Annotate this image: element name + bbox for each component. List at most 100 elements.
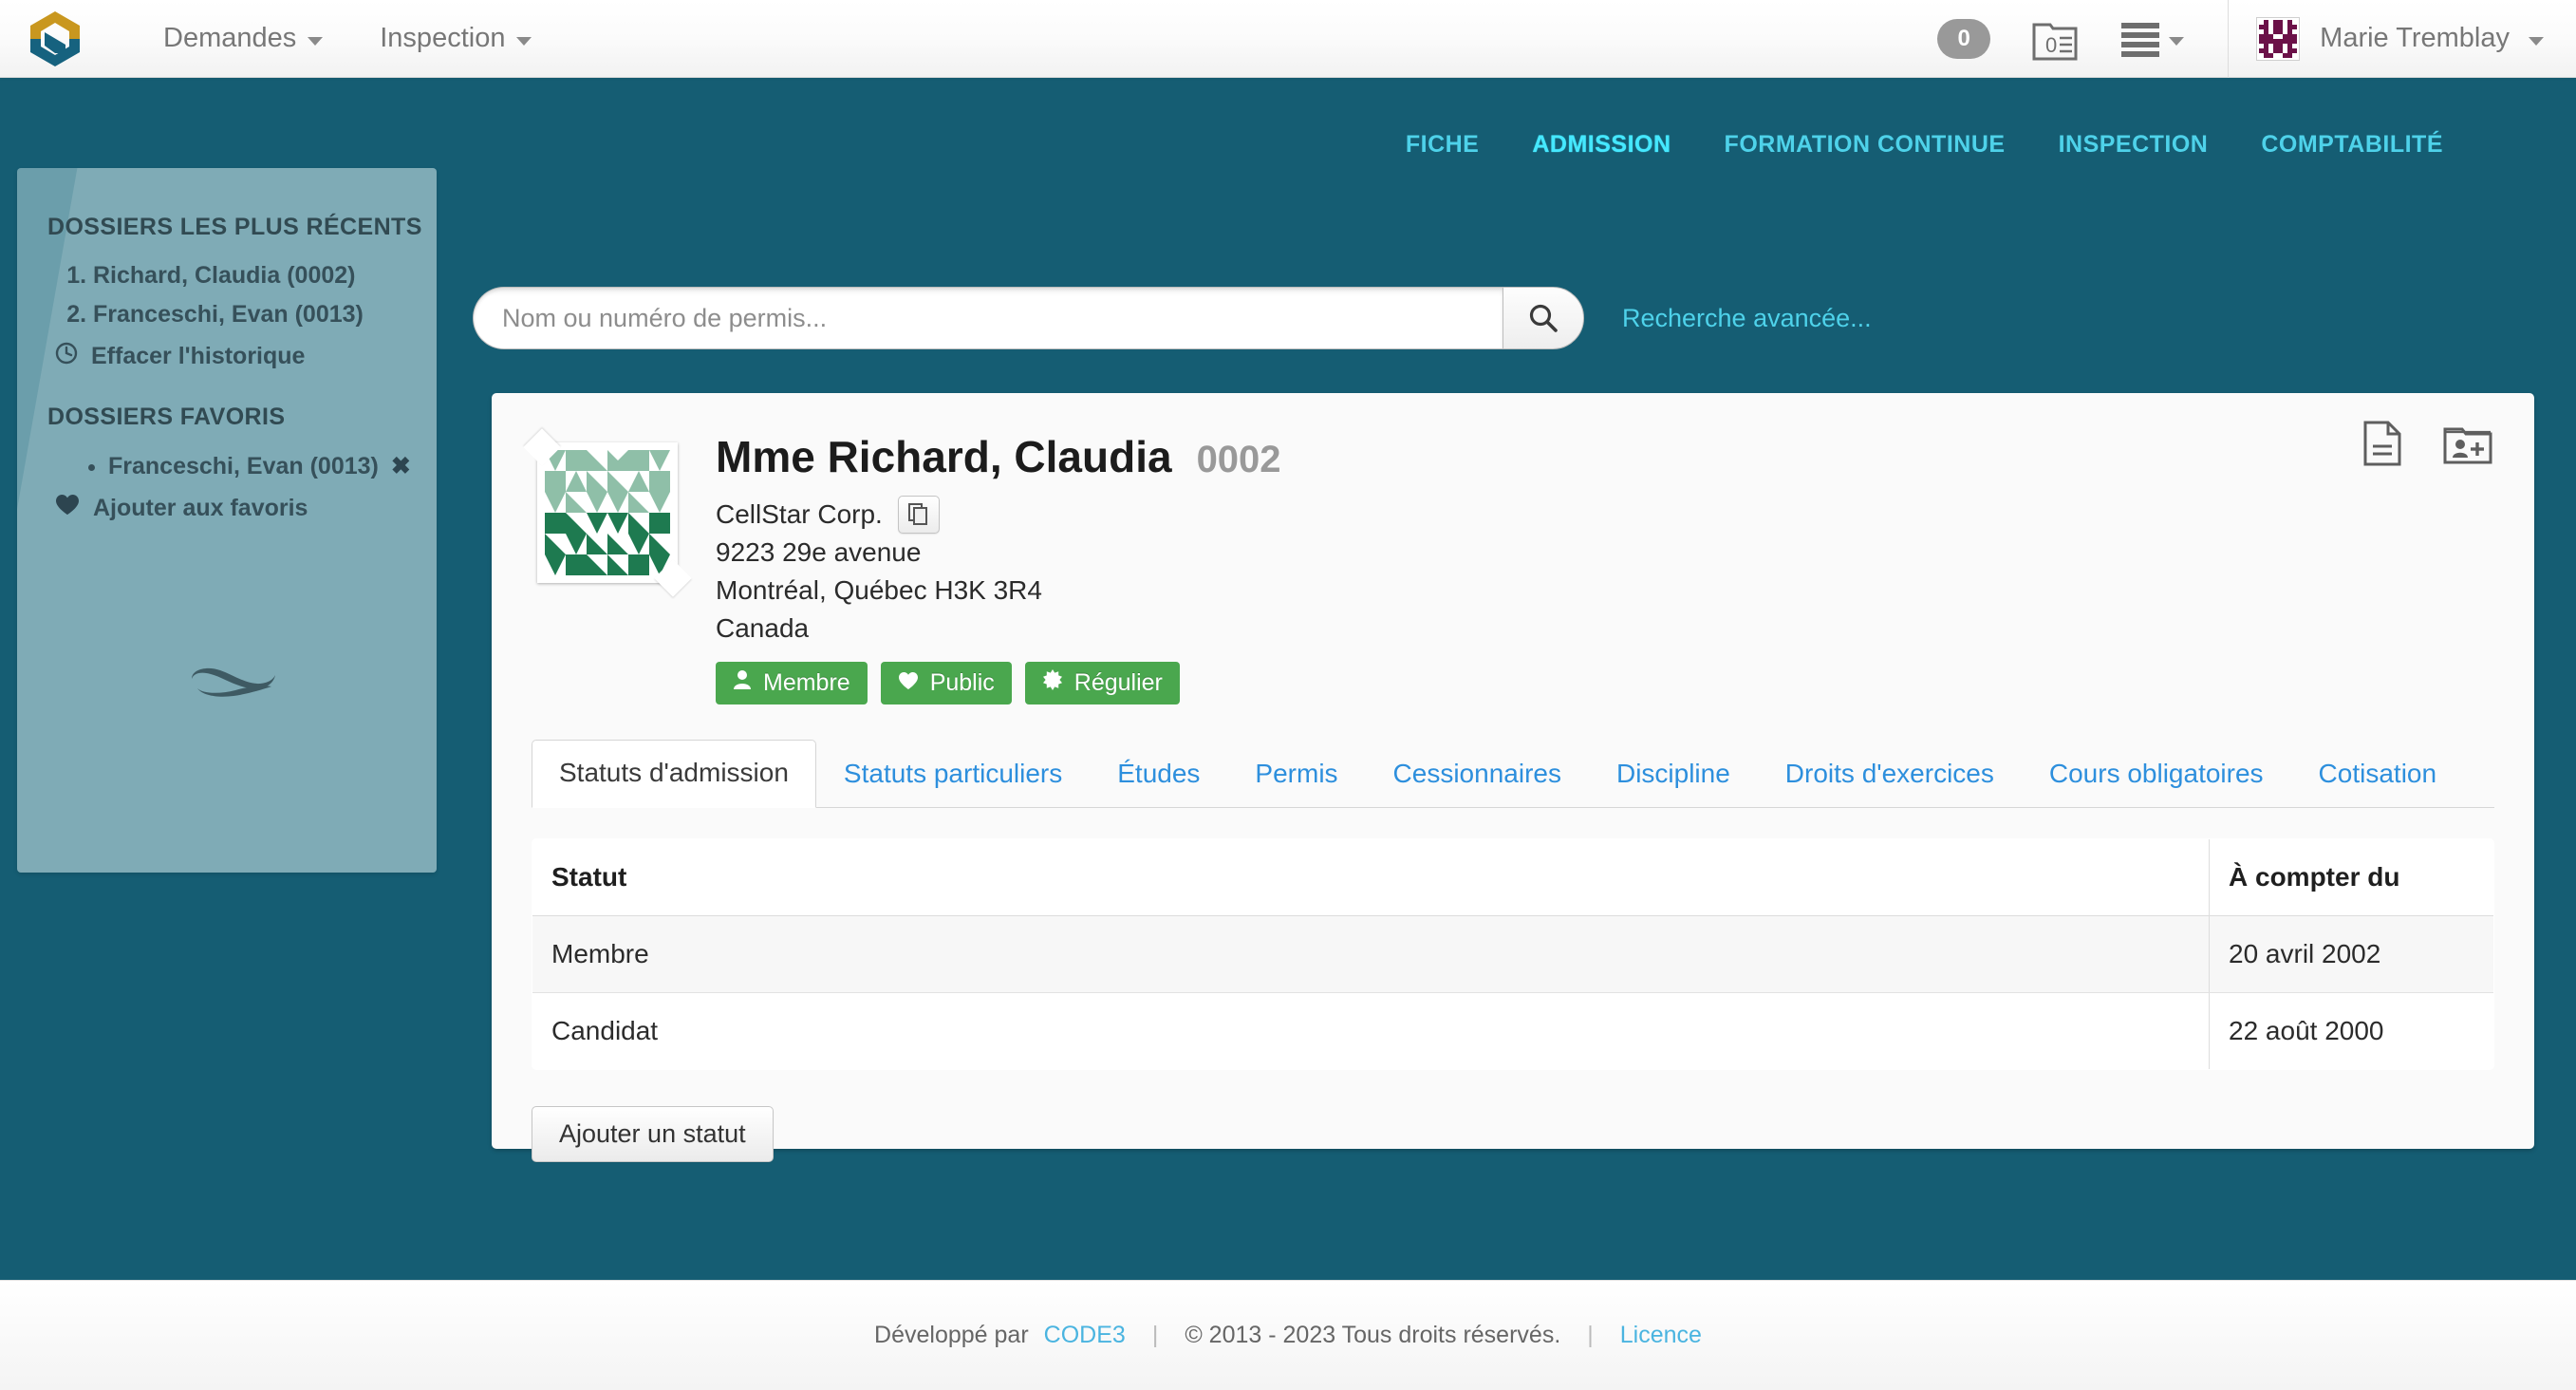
tab-cours-obligatoires[interactable]: Cours obligatoires — [2022, 741, 2291, 808]
person-address-1: 9223 29e avenue — [716, 537, 922, 567]
decorative-swoosh-icon — [188, 662, 279, 704]
navbar-divider — [2228, 0, 2230, 78]
sidebar: DOSSIERS LES PLUS RÉCENTS Richard, Claud… — [17, 168, 437, 873]
notification-count-badge[interactable]: 0 — [1937, 18, 1991, 59]
clock-icon — [55, 342, 78, 371]
app-logo[interactable] — [0, 9, 91, 68]
tab-inspection[interactable]: INSPECTION — [2032, 131, 2235, 159]
footer-licence-link[interactable]: Licence — [1620, 1322, 1702, 1349]
tab-formation-continue[interactable]: FORMATION CONTINUE — [1698, 131, 2032, 159]
status-badge-membre-label: Membre — [763, 669, 850, 697]
tab-cotisation[interactable]: Cotisation — [2291, 741, 2465, 808]
copy-button[interactable] — [897, 496, 940, 534]
person-details: Mme Richard, Claudia 0002 CellStar Corp.… — [716, 431, 1281, 705]
footer-dev-by: Développé par — [874, 1322, 1029, 1348]
status-badge-public-label: Public — [929, 669, 995, 697]
search-button[interactable] — [1503, 287, 1584, 349]
cell-statut: Candidat — [532, 992, 2210, 1070]
search-input[interactable] — [473, 287, 1503, 349]
advanced-search-link[interactable]: Recherche avancée... — [1622, 304, 1872, 333]
person-company: CellStar Corp. — [716, 499, 883, 530]
clear-history-label: Effacer l'historique — [91, 343, 306, 369]
footer: Développé par CODE3 | © 2013 - 2023 Tous… — [0, 1280, 2576, 1390]
heart-icon — [898, 669, 919, 697]
cell-statut: Membre — [532, 915, 2210, 994]
nav-item-demandes-label: Demandes — [163, 23, 297, 53]
add-favorite-button[interactable]: Ajouter aux favoris — [55, 494, 437, 523]
heart-icon — [55, 494, 80, 523]
chevron-down-icon — [516, 37, 532, 46]
close-icon[interactable]: ✖ — [391, 453, 411, 479]
person-address-2: Montréal, Québec H3K 3R4 — [716, 574, 1042, 605]
copy-icon — [907, 503, 927, 525]
add-favorite-label: Ajouter aux favoris — [93, 495, 308, 521]
burst-icon — [1042, 669, 1063, 697]
user-menu[interactable]: Marie Tremblay — [2257, 17, 2576, 60]
tab-statuts-admission[interactable]: Statuts d'admission — [532, 740, 816, 809]
avatar — [2257, 17, 2300, 60]
table-head: Statut À compter du — [532, 839, 2493, 917]
add-status-button[interactable]: Ajouter un statut — [532, 1106, 774, 1163]
tab-discipline[interactable]: Discipline — [1589, 741, 1758, 808]
clear-history-button[interactable]: Effacer l'historique — [55, 342, 437, 371]
sidebar-content: DOSSIERS LES PLUS RÉCENTS Richard, Claud… — [17, 168, 437, 697]
tab-fiche[interactable]: FICHE — [1379, 131, 1506, 159]
footer-divider: | — [1151, 1322, 1159, 1348]
card-actions — [2361, 420, 2494, 472]
person-identicon — [537, 442, 678, 583]
cell-date: 22 août 2000 — [2209, 992, 2493, 1070]
status-badge-public[interactable]: Public — [880, 662, 1012, 705]
chevron-down-icon — [2169, 37, 2185, 46]
card-tabs: Statuts d'admission Statuts particuliers… — [532, 739, 2494, 809]
status-badge-regulier-label: Régulier — [1073, 669, 1163, 697]
footer-divider: | — [1587, 1322, 1594, 1348]
footer-code3-link[interactable]: CODE3 — [1044, 1322, 1126, 1349]
list-item[interactable]: Franceschi, Evan (0013) — [93, 301, 437, 329]
tab-etudes[interactable]: Études — [1090, 741, 1227, 808]
search-row: Recherche avancée... — [473, 287, 1872, 349]
sidebar-favorites-title: DOSSIERS FAVORIS — [47, 404, 286, 430]
status-badge-membre[interactable]: Membre — [716, 662, 868, 705]
svg-text:0: 0 — [2045, 33, 2057, 57]
column-header-date: À compter du — [2209, 839, 2493, 917]
user-name-label: Marie Tremblay — [2320, 23, 2510, 53]
table-header-row: Statut À compter du — [532, 839, 2493, 917]
person-icon — [733, 669, 752, 697]
nav-item-inspection[interactable]: Inspection — [351, 0, 560, 77]
status-badge-regulier[interactable]: Régulier — [1024, 662, 1180, 705]
sidebar-recent-title: DOSSIERS LES PLUS RÉCENTS — [47, 214, 422, 240]
navbar-left: Demandes Inspection — [0, 0, 560, 77]
person-company-row: CellStar Corp. — [716, 496, 1281, 534]
footer-copyright: © 2013 - 2023 Tous droits réservés. — [1185, 1322, 1561, 1348]
document-icon[interactable] — [2361, 420, 2403, 472]
status-badges: Membre Public Régulier — [716, 662, 1281, 705]
sidebar-recent-list: Richard, Claudia (0002) Franceschi, Evan… — [47, 262, 437, 329]
section-tabs: FICHE ADMISSION FORMATION CONTINUE INSPE… — [1379, 131, 2470, 159]
person-number: 0002 — [1196, 439, 1281, 480]
folder-zero-icon[interactable]: 0 — [2030, 15, 2080, 63]
chevron-down-icon — [2529, 37, 2544, 46]
chevron-down-icon — [308, 37, 324, 46]
table-row[interactable]: Candidat 22 août 2000 — [532, 992, 2493, 1070]
folder-add-person-icon[interactable] — [2441, 420, 2494, 472]
navbar-links: Demandes Inspection — [135, 0, 560, 77]
person-name: Mme Richard, Claudia — [716, 432, 1172, 481]
person-country: Canada — [716, 612, 810, 643]
tab-droits-exercices[interactable]: Droits d'exercices — [1758, 741, 2022, 808]
person-header: Mme Richard, Claudia 0002 CellStar Corp.… — [492, 393, 2534, 705]
table-row[interactable]: Membre 20 avril 2002 — [532, 915, 2493, 994]
main-page: FICHE ADMISSION FORMATION CONTINUE INSPE… — [17, 97, 2559, 1280]
cell-date: 20 avril 2002 — [2209, 915, 2493, 994]
tab-comptabilite[interactable]: COMPTABILITÉ — [2234, 131, 2470, 159]
nav-item-demandes[interactable]: Demandes — [135, 0, 351, 77]
tab-admission[interactable]: ADMISSION — [1505, 131, 1697, 159]
tab-statuts-particuliers[interactable]: Statuts particuliers — [816, 741, 1090, 808]
tab-cessionnaires[interactable]: Cessionnaires — [1366, 741, 1589, 808]
list-item[interactable]: Franceschi, Evan (0013) ✖ — [108, 452, 437, 480]
favorite-label: Franceschi, Evan (0013) — [108, 453, 379, 479]
navbar-right: 0 0 Marie Tremblay — [1937, 0, 2576, 78]
list-menu-icon[interactable] — [2119, 20, 2185, 58]
tab-permis[interactable]: Permis — [1227, 741, 1365, 808]
list-item[interactable]: Richard, Claudia (0002) — [93, 262, 437, 290]
table-body: Membre 20 avril 2002 Candidat 22 août 20… — [532, 915, 2493, 1070]
